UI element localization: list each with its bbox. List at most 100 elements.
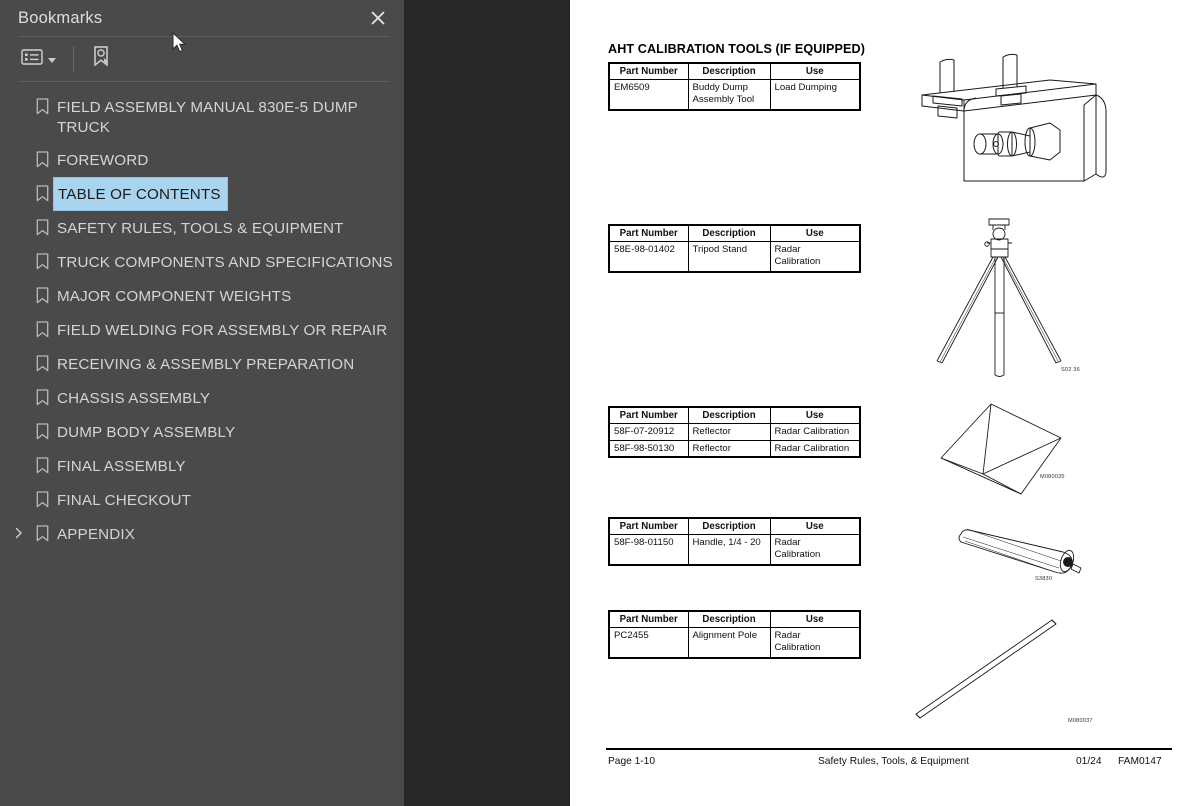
- column-header-part-number: Part Number: [608, 517, 689, 536]
- bookmarks-panel-header: Bookmarks: [0, 0, 404, 36]
- bookmark-item-1[interactable]: FOREWORD: [0, 144, 404, 178]
- table-row: 58E-98-01402 Tripod Stand Radar Calibrat…: [608, 241, 861, 273]
- bookmark-twisty-placeholder: [8, 416, 30, 425]
- bookmark-label: MAJOR COMPONENT WEIGHTS: [57, 287, 292, 305]
- close-icon[interactable]: [366, 6, 390, 30]
- cell-use: Radar Calibration: [769, 627, 861, 659]
- cell-description: Handle, 1/4 - 20: [687, 534, 771, 566]
- document-viewer[interactable]: AHT CALIBRATION TOOLS (IF EQUIPPED) Part…: [404, 0, 1200, 806]
- bookmark-item-11[interactable]: FINAL CHECKOUT: [0, 484, 404, 518]
- column-header-description: Description: [687, 517, 771, 536]
- bookmark-twisty-placeholder: [8, 484, 30, 493]
- column-header-use: Use: [769, 517, 861, 536]
- bookmark-options-button[interactable]: [18, 44, 59, 74]
- parts-table-tripod-stand: Part Number Description Use 58E-98-01402…: [608, 224, 861, 273]
- parts-table-buddy-dump-tool: Part Number Description Use EM6509 Buddy…: [608, 62, 861, 111]
- cell-use: Radar Calibration: [769, 439, 861, 458]
- cell-description: Reflector: [687, 439, 771, 458]
- bookmark-twisty-placeholder: [8, 280, 30, 289]
- bookmark-item-3[interactable]: SAFETY RULES, TOOLS & EQUIPMENT: [0, 212, 404, 246]
- bookmarks-panel-title: Bookmarks: [18, 8, 103, 27]
- bookmark-label: APPENDIX: [57, 525, 136, 543]
- table-header-row: Part Number Description Use: [608, 224, 861, 243]
- bookmark-label: FINAL ASSEMBLY: [57, 457, 186, 475]
- cell-part-number: EM6509: [608, 79, 689, 111]
- column-header-use: Use: [769, 62, 861, 81]
- bookmark-item-9[interactable]: DUMP BODY ASSEMBLY: [0, 416, 404, 450]
- figure-code: M080035: [1040, 474, 1065, 480]
- bookmark-twisty-placeholder: [8, 348, 30, 357]
- chevron-down-icon: [48, 58, 56, 63]
- bookmark-twisty-placeholder: [8, 144, 30, 153]
- column-header-description: Description: [687, 610, 771, 629]
- bookmark-label: FIELD WELDING FOR ASSEMBLY OR REPAIR: [57, 321, 388, 339]
- table-row: 58F-07-20912 Reflector Radar Calibration: [608, 423, 861, 441]
- bookmark-icon: [30, 518, 54, 542]
- bookmark-item-0[interactable]: FIELD ASSEMBLY MANUAL 830E-5 DUMP TRUCK: [0, 91, 404, 144]
- footer-doc-code: FAM0147: [1118, 756, 1162, 767]
- bookmark-twisty-placeholder: [8, 212, 30, 221]
- bookmark-icon: [30, 450, 54, 474]
- bookmark-icon: [30, 212, 54, 236]
- bookmark-icon: [30, 314, 54, 338]
- column-header-description: Description: [687, 62, 771, 81]
- bookmark-tree[interactable]: FIELD ASSEMBLY MANUAL 830E-5 DUMP TRUCK F…: [0, 82, 404, 806]
- table-header-row: Part Number Description Use: [608, 517, 861, 536]
- column-header-part-number: Part Number: [608, 224, 689, 243]
- footer-section: Safety Rules, Tools, & Equipment: [818, 756, 970, 767]
- bookmark-item-7[interactable]: RECEIVING & ASSEMBLY PREPARATION: [0, 348, 404, 382]
- column-header-part-number: Part Number: [608, 610, 689, 629]
- cell-part-number: 58F-98-50130: [608, 439, 689, 458]
- cell-description: Buddy Dump Assembly Tool: [687, 79, 771, 111]
- cell-use: Radar Calibration: [769, 241, 861, 273]
- cell-description: Tripod Stand: [687, 241, 771, 273]
- list-options-icon: [21, 48, 43, 71]
- column-header-use: Use: [769, 610, 861, 629]
- column-header-description: Description: [687, 406, 771, 425]
- bookmark-item-5[interactable]: MAJOR COMPONENT WEIGHTS: [0, 280, 404, 314]
- bookmark-item-8[interactable]: CHASSIS ASSEMBLY: [0, 382, 404, 416]
- bookmark-icon: [30, 144, 54, 168]
- parts-table-alignment-pole: Part Number Description Use PC2455 Align…: [608, 610, 861, 659]
- cell-use: Radar Calibration: [769, 534, 861, 566]
- figure-buddy-dump-assembly-tool: [900, 48, 1130, 228]
- bookmarks-toolbar: [0, 37, 404, 81]
- bookmark-icon: [30, 246, 54, 270]
- figure-code: S02 36: [1061, 367, 1080, 373]
- page-footer: Page 1-10 Safety Rules, Tools, & Equipme…: [606, 756, 1172, 774]
- bookmark-item-6[interactable]: FIELD WELDING FOR ASSEMBLY OR REPAIR: [0, 314, 404, 348]
- bookmark-item-12[interactable]: APPENDIX: [0, 518, 404, 552]
- bookmark-label: TRUCK COMPONENTS AND SPECIFICATIONS: [57, 253, 393, 271]
- column-header-part-number: Part Number: [608, 406, 689, 425]
- toolbar-separator: [73, 46, 74, 72]
- bookmark-item-10[interactable]: FINAL ASSEMBLY: [0, 450, 404, 484]
- column-header-part-number: Part Number: [608, 62, 689, 81]
- bookmark-label: CHASSIS ASSEMBLY: [57, 389, 211, 407]
- table-header-row: Part Number Description Use: [608, 406, 861, 425]
- bookmark-label: FOREWORD: [57, 151, 149, 169]
- table-row: EM6509 Buddy Dump Assembly Tool Load Dum…: [608, 79, 861, 111]
- figure-reflector: M080035: [925, 398, 1105, 513]
- table-header-row: Part Number Description Use: [608, 610, 861, 629]
- cell-use: Load Dumping: [769, 79, 861, 111]
- bookmark-label: SAFETY RULES, TOOLS & EQUIPMENT: [57, 219, 344, 237]
- new-bookmark-button[interactable]: [88, 44, 116, 74]
- table-row: PC2455 Alignment Pole Radar Calibration: [608, 627, 861, 659]
- bookmark-icon: [30, 178, 54, 202]
- pdf-viewer-window: Bookmarks FIELD ASSEMBLY MANUAL 830E-5 D…: [0, 0, 1200, 806]
- bookmark-item-4[interactable]: TRUCK COMPONENTS AND SPECIFICATIONS: [0, 246, 404, 280]
- bookmark-icon: [30, 280, 54, 304]
- chevron-right-icon[interactable]: [8, 518, 30, 539]
- figure-code: M080037: [1068, 718, 1093, 724]
- bookmark-icon: [30, 91, 54, 115]
- column-header-description: Description: [687, 224, 771, 243]
- figure-alignment-pole: M080037: [900, 608, 1100, 733]
- bookmark-icon: [30, 382, 54, 406]
- pdf-page: AHT CALIBRATION TOOLS (IF EQUIPPED) Part…: [570, 0, 1200, 806]
- parts-table-handle: Part Number Description Use 58F-98-01150…: [608, 517, 861, 566]
- new-bookmark-icon: [91, 45, 113, 74]
- bookmark-label: DUMP BODY ASSEMBLY: [57, 423, 236, 441]
- bookmarks-panel: Bookmarks FIELD ASSEMBLY MANUAL 830E-5 D…: [0, 0, 416, 806]
- bookmark-item-2[interactable]: TABLE OF CONTENTS: [0, 176, 404, 212]
- bookmark-label: TABLE OF CONTENTS: [53, 176, 228, 212]
